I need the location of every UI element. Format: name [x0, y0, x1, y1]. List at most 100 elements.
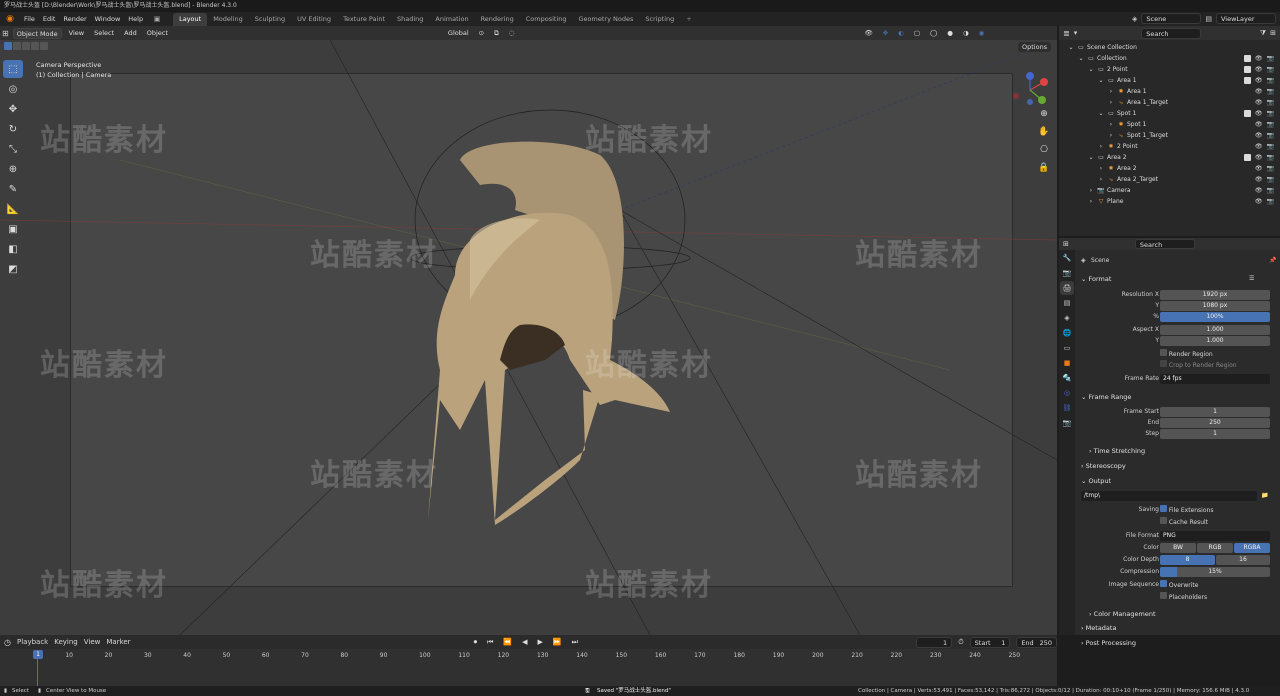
- collection-tab-icon[interactable]: ▭: [1060, 341, 1074, 355]
- chevron-icon[interactable]: ›: [1107, 130, 1115, 141]
- cache-result-checkbox[interactable]: Cache Result: [1160, 517, 1208, 527]
- overwrite-checkbox[interactable]: Overwrite: [1160, 580, 1198, 590]
- compression-slider[interactable]: 15%: [1160, 567, 1270, 577]
- frame-rate-dropdown[interactable]: 24 fps: [1160, 374, 1270, 384]
- jump-start-icon[interactable]: ⏮: [485, 638, 495, 647]
- render-toggle-icon[interactable]: 📷: [1267, 187, 1274, 194]
- section-color-management[interactable]: › Color Management: [1089, 608, 1156, 620]
- cursor-tool-icon[interactable]: ◎: [3, 80, 23, 98]
- options-dropdown[interactable]: Options: [1018, 42, 1052, 52]
- bevel-tool-icon[interactable]: ◩: [3, 260, 23, 278]
- folder-icon[interactable]: 📁: [1261, 491, 1268, 501]
- resolution-pct-field[interactable]: 100%: [1160, 312, 1270, 322]
- section-metadata[interactable]: › Metadata: [1081, 622, 1116, 634]
- chevron-icon[interactable]: ⌄: [1087, 64, 1095, 75]
- placeholders-checkbox[interactable]: Placeholders: [1160, 592, 1207, 602]
- outliner-row[interactable]: ⌄ ▭ Scene Collection: [1067, 42, 1272, 53]
- chevron-icon[interactable]: ›: [1107, 97, 1115, 108]
- overlay-toggle-icon[interactable]: ◐: [895, 29, 907, 37]
- annotate-tool-icon[interactable]: ✎: [3, 180, 23, 198]
- data-tab-icon[interactable]: 📷: [1060, 416, 1074, 430]
- section-frame-range[interactable]: ⌄ Frame Range: [1081, 391, 1131, 403]
- pivot-point-icon[interactable]: ⊙: [476, 29, 487, 37]
- shading-wireframe-icon[interactable]: ◯: [927, 29, 940, 37]
- color-depth-16-button[interactable]: 16: [1216, 555, 1270, 565]
- resolution-x-field[interactable]: 1920 px: [1160, 290, 1270, 300]
- chevron-icon[interactable]: ›: [1087, 196, 1095, 207]
- shading-material-icon[interactable]: ◑: [960, 29, 972, 37]
- chevron-icon[interactable]: ›: [1107, 119, 1115, 130]
- aspect-x-field[interactable]: 1.000: [1160, 325, 1270, 335]
- visibility-icon[interactable]: 👁: [861, 29, 875, 37]
- xray-toggle-icon[interactable]: ▢: [911, 29, 923, 37]
- tab-scripting[interactable]: Scripting: [639, 13, 680, 26]
- frame-start-field[interactable]: 1: [1160, 407, 1270, 417]
- color-rgba-button[interactable]: RGBA: [1234, 543, 1270, 553]
- play-reverse-icon[interactable]: ◀: [520, 638, 529, 646]
- select-intersect-icon[interactable]: [40, 42, 48, 50]
- section-time-stretching[interactable]: › Time Stretching: [1089, 445, 1145, 457]
- section-format[interactable]: ⌄ Format: [1081, 273, 1111, 285]
- outliner-row[interactable]: › ⤷ Area 1_Target: [1107, 97, 1272, 108]
- pan-hand-icon[interactable]: ✋: [1036, 124, 1052, 140]
- outliner-row[interactable]: › ✸ Spot 1: [1107, 119, 1272, 130]
- eye-icon[interactable]: 👁: [1255, 99, 1263, 106]
- include-checkbox-icon[interactable]: [1243, 154, 1251, 161]
- view-menu[interactable]: View: [66, 29, 87, 37]
- tab-geometry-nodes[interactable]: Geometry Nodes: [573, 13, 640, 26]
- timeline-view-menu[interactable]: View: [84, 638, 101, 646]
- eye-icon[interactable]: 👁: [1255, 198, 1263, 205]
- include-checkbox-icon[interactable]: [1243, 110, 1251, 117]
- zoom-icon[interactable]: ⊕: [1036, 106, 1052, 122]
- frame-end-field[interactable]: 250: [1160, 418, 1270, 428]
- render-region-checkbox[interactable]: Render Region: [1160, 349, 1213, 359]
- blender-logo-icon[interactable]: ◉: [3, 13, 17, 25]
- scene-tab-icon[interactable]: ◈: [1060, 311, 1074, 325]
- tool-tab-icon[interactable]: 🔧: [1060, 251, 1074, 265]
- snap-icon[interactable]: ⧉: [491, 29, 502, 38]
- select-invert-icon[interactable]: [31, 42, 39, 50]
- section-stereoscopy[interactable]: › Stereoscopy: [1081, 460, 1126, 472]
- filter-icon[interactable]: ⧩: [1260, 29, 1266, 38]
- select-extend-icon[interactable]: [13, 42, 21, 50]
- output-path-field[interactable]: /tmp\: [1081, 491, 1257, 501]
- measure-tool-icon[interactable]: 📐: [3, 200, 23, 218]
- new-collection-icon[interactable]: ⊞: [1270, 29, 1276, 37]
- chevron-icon[interactable]: ›: [1097, 163, 1105, 174]
- play-icon[interactable]: ▶: [535, 638, 544, 646]
- tab-rendering[interactable]: Rendering: [475, 13, 520, 26]
- eye-icon[interactable]: 👁: [1255, 110, 1263, 117]
- render-toggle-icon[interactable]: 📷: [1267, 121, 1274, 128]
- jump-end-icon[interactable]: ⏭: [570, 638, 580, 647]
- eye-icon[interactable]: 👁: [1255, 77, 1263, 84]
- include-checkbox-icon[interactable]: [1243, 77, 1251, 84]
- color-rgb-button[interactable]: RGB: [1197, 543, 1233, 553]
- tab-modeling[interactable]: Modeling: [207, 13, 249, 26]
- 3d-viewport[interactable]: Camera Perspective (1) Collection | Came…: [0, 40, 1057, 635]
- frame-step-field[interactable]: 1: [1160, 429, 1270, 439]
- workspace-icon[interactable]: ▣: [150, 13, 164, 25]
- properties-search-input[interactable]: Search: [1134, 239, 1195, 249]
- menu-help[interactable]: Help: [124, 15, 147, 23]
- eye-icon[interactable]: 👁: [1255, 176, 1263, 183]
- chevron-icon[interactable]: ›: [1107, 86, 1115, 97]
- add-menu[interactable]: Add: [121, 29, 140, 37]
- file-format-dropdown[interactable]: PNG: [1160, 531, 1270, 541]
- chevron-icon[interactable]: ⌄: [1067, 42, 1075, 53]
- scene-selector[interactable]: Scene: [1141, 13, 1202, 24]
- outliner-row[interactable]: › ✸ Area 1: [1107, 86, 1272, 97]
- menu-window[interactable]: Window: [91, 15, 125, 23]
- mode-dropdown[interactable]: Object Mode: [12, 27, 62, 39]
- chevron-icon[interactable]: ›: [1097, 141, 1105, 152]
- outliner-row[interactable]: › ✸ 2 Point: [1097, 141, 1272, 152]
- constraint-tab-icon[interactable]: ⛓: [1060, 401, 1074, 415]
- next-keyframe-icon[interactable]: ⏩: [551, 638, 564, 646]
- marker-menu[interactable]: Marker: [106, 638, 130, 646]
- menu-render[interactable]: Render: [59, 15, 90, 23]
- eye-icon[interactable]: 👁: [1255, 55, 1263, 62]
- current-frame-field[interactable]: 1: [915, 636, 953, 648]
- chevron-icon[interactable]: ⌄: [1097, 108, 1105, 119]
- physics-tab-icon[interactable]: ◎: [1060, 386, 1074, 400]
- render-toggle-icon[interactable]: 📷: [1267, 165, 1274, 172]
- menu-edit[interactable]: Edit: [39, 15, 60, 23]
